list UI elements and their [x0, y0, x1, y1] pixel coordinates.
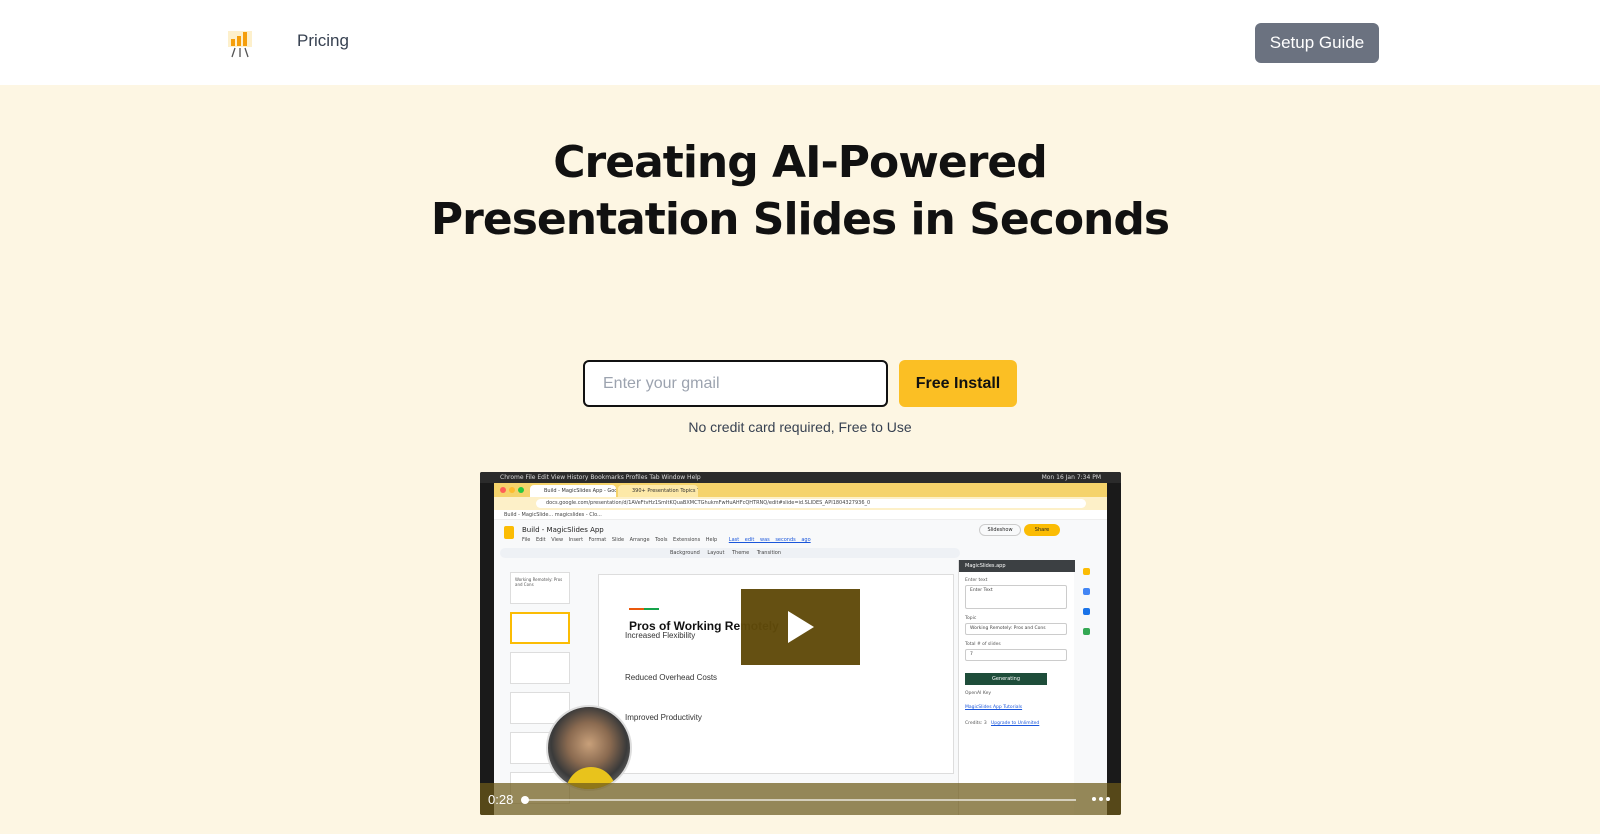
mac-menu-items: Chrome File Edit View History Bookmarks …	[500, 474, 701, 481]
free-install-label: Free Install	[915, 374, 1001, 392]
share-button: Share	[1024, 524, 1060, 536]
slide-bullet: Reduced Overhead Costs	[625, 673, 718, 682]
no-credit-card-note: No credit card required, Free to Use	[688, 419, 912, 435]
slide-thumbnail	[510, 652, 570, 684]
topic-field: Working Remotely: Pros and Cons	[965, 623, 1067, 635]
slide-thumbnail: Working Remotely: Pros and Cons	[510, 572, 570, 604]
doc-title: Build - MagicSlides App	[522, 526, 604, 534]
free-install-button[interactable]: Free Install	[899, 360, 1017, 407]
demo-video[interactable]: Chrome File Edit View History Bookmarks …	[480, 472, 1121, 815]
bar-chart-easel-icon[interactable]	[226, 28, 254, 58]
progress-handle[interactable]	[521, 796, 529, 804]
contacts-icon	[1083, 608, 1090, 615]
credits-label: Credits: 3	[965, 721, 987, 726]
slide-thumbnail	[510, 612, 570, 644]
play-icon	[788, 611, 814, 643]
total-slides-field: 7	[965, 649, 1067, 661]
last-edit-link: Last edit was seconds ago	[728, 537, 811, 543]
total-slides-label: Total # of slides	[965, 642, 1001, 647]
hero-title: Creating AI-Powered Presentation Slides …	[430, 137, 1170, 245]
slides-toolbar: Background Layout Theme Transition	[500, 548, 960, 558]
side-addon-rail	[1080, 564, 1094, 684]
upgrade-link: Upgrade to Unlimited	[991, 721, 1040, 726]
doc-menu-items: File Edit View Insert Format Slide Arran…	[522, 537, 718, 543]
video-progress-bar[interactable]	[521, 796, 1076, 804]
topic-label: Topic	[965, 616, 977, 621]
maximize-window-icon	[518, 487, 524, 493]
browser-address-bar: docs.google.com/presentation/d/1AVeFtvHz…	[494, 497, 1107, 510]
panel-title: MagicSlides.app	[959, 560, 1075, 572]
browser-bookmarks-bar: Build - MagicSlide... magicslides - Clo.…	[494, 510, 1107, 520]
maps-icon	[1083, 628, 1090, 635]
nav-pricing-link[interactable]: Pricing	[297, 31, 349, 51]
site-header: Pricing Setup Guide	[0, 0, 1600, 85]
mac-clock: Mon 16 Jan 7:34 PM	[1041, 474, 1101, 481]
setup-guide-button[interactable]: Setup Guide	[1255, 23, 1379, 63]
browser-url: docs.google.com/presentation/d/1AVeFtvHz…	[536, 499, 1086, 508]
enter-text-field: Enter Text	[965, 585, 1067, 609]
openai-key-label: OpenAI Key	[965, 691, 992, 696]
webcam-overlay	[546, 705, 632, 791]
keep-icon	[1083, 568, 1090, 575]
slide-bullet: Improved Productivity	[625, 713, 702, 722]
slide-accent-line	[629, 608, 659, 610]
enter-text-label: Enter text	[965, 578, 988, 583]
minimize-window-icon	[509, 487, 515, 493]
slides-logo-icon	[504, 526, 514, 539]
browser-tab-build: Build - MagicSlides App - Goo	[530, 485, 616, 497]
play-button[interactable]	[741, 589, 860, 665]
close-window-icon	[500, 487, 506, 493]
gmail-input[interactable]	[583, 360, 888, 407]
more-dots-icon[interactable]	[1092, 792, 1112, 806]
tutorials-link: MagicSlides App Tutorials	[965, 705, 1023, 710]
generating-button: Generating	[965, 673, 1047, 685]
video-controls: 0:28	[480, 783, 1121, 815]
browser-tab-topics: 390+ Presentation Topics Th	[618, 485, 698, 497]
mac-menu-bar: Chrome File Edit View History Bookmarks …	[480, 472, 1121, 483]
doc-menu-bar: File Edit View Insert Format Slide Arran…	[522, 537, 811, 543]
slideshow-button: Slideshow	[979, 524, 1021, 536]
slide-bullet: Increased Flexibility	[625, 631, 696, 640]
browser-tab-strip: Build - MagicSlides App - Goo 390+ Prese…	[494, 483, 1107, 497]
magicslides-panel: MagicSlides.app Enter text Enter Text To…	[958, 560, 1075, 815]
tasks-icon	[1083, 588, 1090, 595]
video-time: 0:28	[488, 792, 514, 807]
